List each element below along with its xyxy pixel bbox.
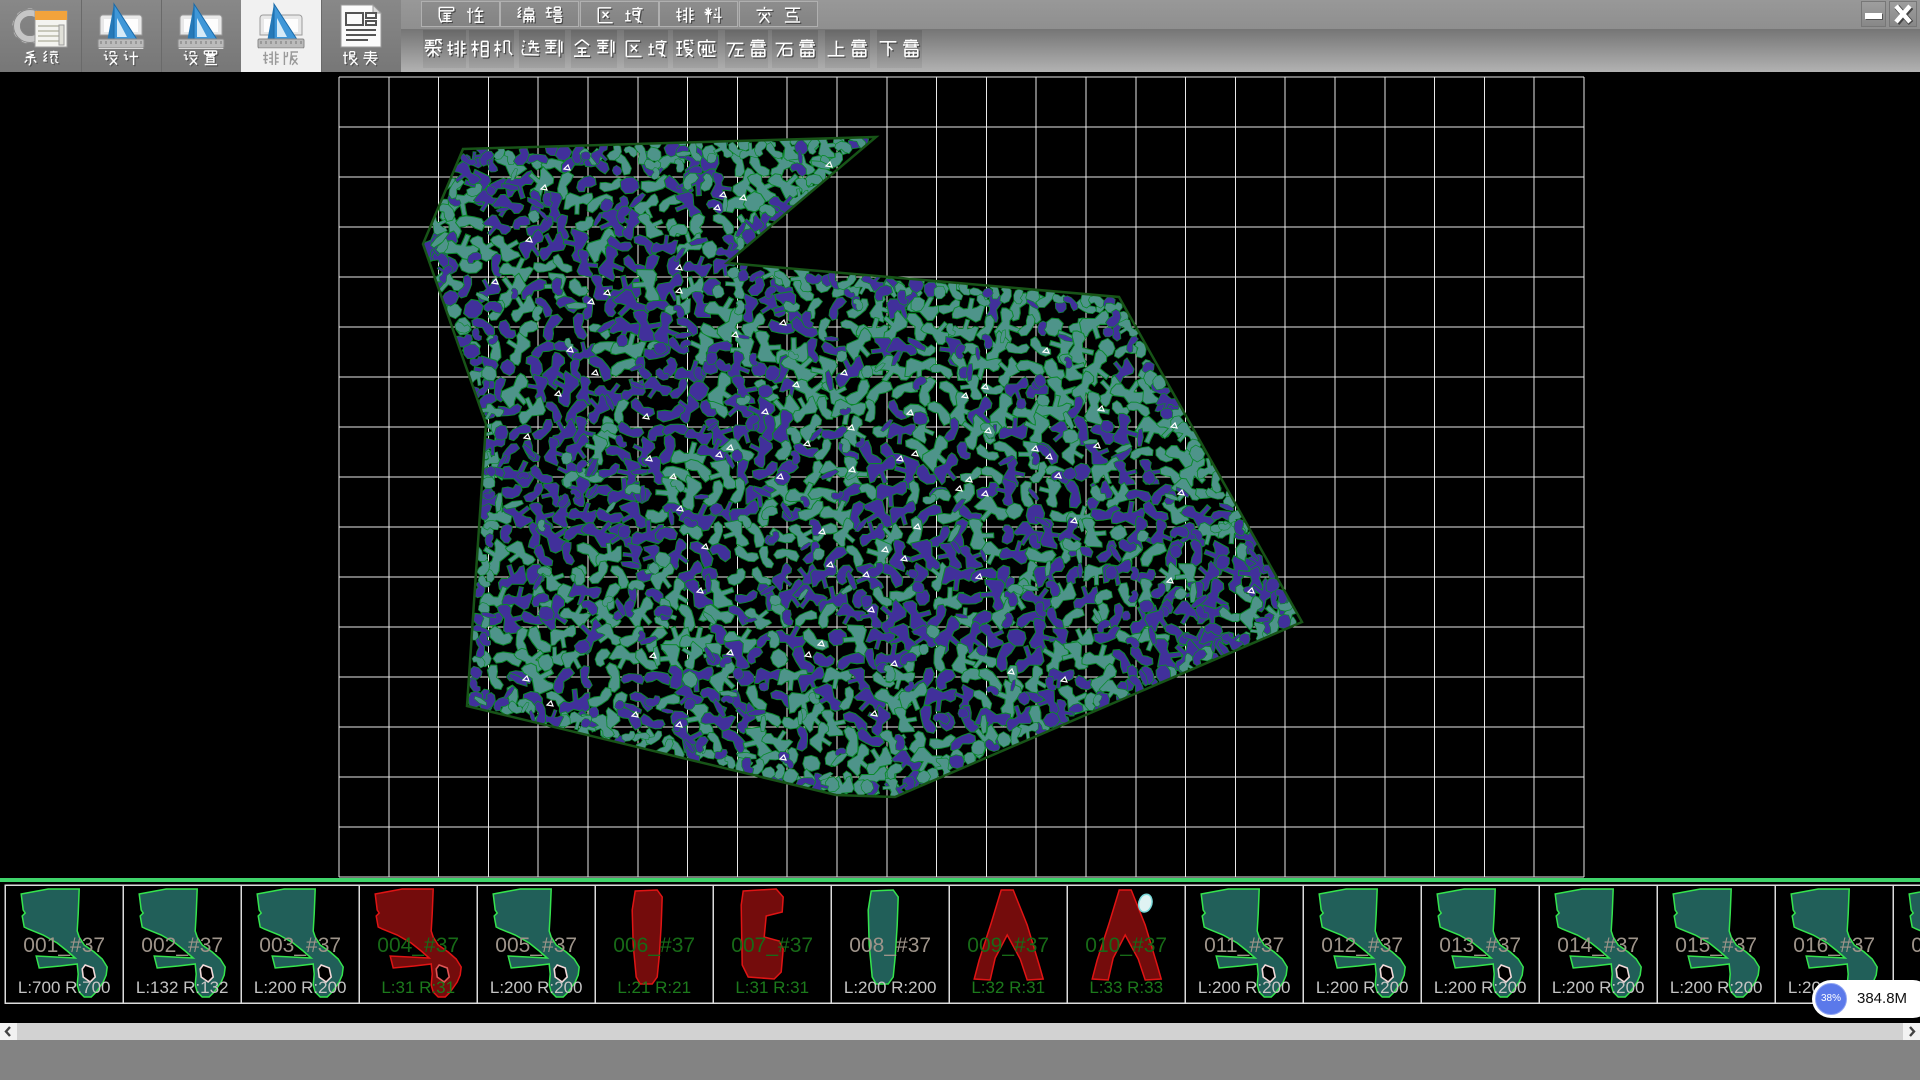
- svg-text:016_#37: 016_#37: [1793, 934, 1875, 957]
- svg-text:L:200 R:200: L:200 R:200: [1552, 978, 1645, 997]
- svg-text:017_#37: 017_#37: [1911, 934, 1920, 957]
- svg-text:007_#37: 007_#37: [731, 934, 813, 957]
- svg-text:005_#37: 005_#37: [495, 934, 577, 957]
- svg-text:012_#37: 012_#37: [1321, 934, 1403, 957]
- svg-text:002_#37: 002_#37: [141, 934, 223, 957]
- svg-text:003_#37: 003_#37: [259, 934, 341, 957]
- svg-text:L:200 R:200: L:200 R:200: [254, 978, 347, 997]
- svg-text:L:200 R:200: L:200 R:200: [1670, 978, 1763, 997]
- svg-text:L:33 R:33: L:33 R:33: [1089, 978, 1163, 997]
- svg-text:L:132 R:132: L:132 R:132: [136, 978, 229, 997]
- svg-text:011_#37: 011_#37: [1204, 934, 1284, 957]
- svg-text:014_#37: 014_#37: [1557, 934, 1639, 957]
- svg-text:006_#37: 006_#37: [613, 934, 695, 957]
- svg-text:008_#37: 008_#37: [849, 934, 931, 957]
- svg-text:001_#37: 001_#37: [23, 934, 105, 957]
- svg-text:L:200 R:200: L:200 R:200: [1434, 978, 1527, 997]
- svg-text:L:32 R:31: L:32 R:31: [971, 978, 1045, 997]
- svg-text:015_#37: 015_#37: [1675, 934, 1757, 957]
- svg-text:L:700 R:700: L:700 R:700: [18, 978, 111, 997]
- svg-text:L:200 R:200: L:200 R:200: [844, 978, 937, 997]
- svg-text:013_#37: 013_#37: [1439, 934, 1521, 957]
- svg-text:L:200 R:200: L:200 R:200: [1316, 978, 1409, 997]
- svg-text:L:200 R:200: L:200 R:200: [490, 978, 583, 997]
- svg-text:004_#37: 004_#37: [377, 934, 459, 957]
- svg-text:009_#37: 009_#37: [967, 934, 1049, 957]
- svg-text:010_#37: 010_#37: [1085, 934, 1167, 957]
- svg-text:L:31 R:31: L:31 R:31: [381, 978, 455, 997]
- svg-text:L:200 R:200: L:200 R:200: [1198, 978, 1291, 997]
- svg-text:L:31 R:31: L:31 R:31: [735, 978, 809, 997]
- svg-text:L:21 R:21: L:21 R:21: [617, 978, 691, 997]
